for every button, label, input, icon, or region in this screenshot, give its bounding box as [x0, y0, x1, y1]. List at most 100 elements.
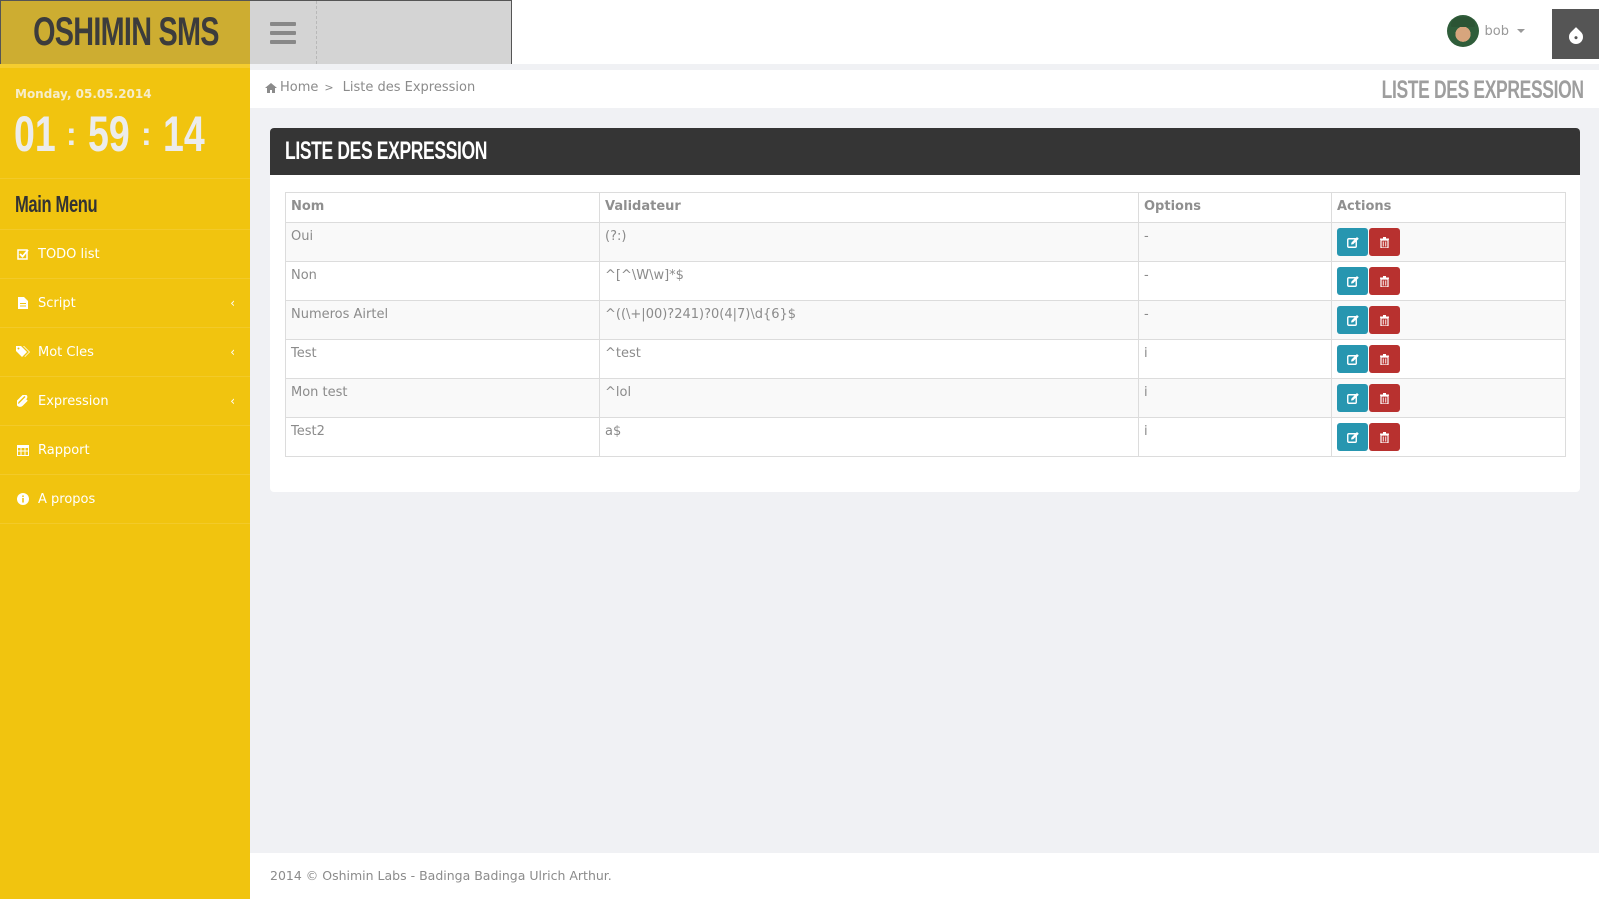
cell-options: -: [1138, 261, 1332, 301]
table-body: Oui (?:) - Non ^[^\W\w]*$ - Numeros Airtel ^((\…: [285, 222, 1566, 457]
edit-icon: [1346, 392, 1359, 404]
sidebar-item-label: Mot Cles: [38, 344, 94, 360]
cell-validateur: ^((\+|00)?241)?0(4|7)\d{6}$: [599, 300, 1139, 340]
panel-title: LISTE DES EXPRESSION: [285, 137, 488, 165]
delete-button[interactable]: [1369, 228, 1400, 256]
delete-button[interactable]: [1369, 384, 1400, 412]
breadcrumb-current: Liste des Expression: [342, 80, 476, 95]
brand-title: OSHIMIN SMS: [32, 10, 219, 54]
sidebar-item-label: A propos: [38, 491, 96, 507]
clock-hours: 01: [14, 106, 56, 162]
clock-separator: :: [66, 115, 77, 152]
main-menu: TODO list Script ‹ Mot Cles ‹ Expression…: [0, 229, 250, 524]
sidebar-item-todo-list[interactable]: TODO list: [0, 230, 250, 279]
breadcrumb: Home > Liste des Expression: [265, 80, 475, 95]
sidebar-item-label: Expression: [38, 393, 109, 409]
delete-button[interactable]: [1369, 267, 1400, 295]
edit-icon: [1346, 353, 1359, 365]
trash-icon: [1380, 431, 1389, 443]
paperclip-icon: [16, 394, 30, 408]
clock: 01 : 59 : 14: [0, 101, 250, 162]
info-circle-icon: [16, 492, 30, 506]
table-icon: [16, 443, 30, 457]
sidebar-item-script[interactable]: Script ‹: [0, 279, 250, 328]
expression-table: Nom Validateur Options Actions Oui (?:) - N…: [285, 192, 1566, 457]
cell-nom: Mon test: [285, 378, 600, 418]
sidebar-item-label: Script: [38, 295, 76, 311]
tags-icon: [16, 345, 30, 359]
panel-header: LISTE DES EXPRESSION: [270, 128, 1580, 175]
cell-options: i: [1138, 339, 1332, 379]
check-square-icon: [16, 247, 30, 261]
delete-button[interactable]: [1369, 423, 1400, 451]
sidebar-item-expression[interactable]: Expression ‹: [0, 377, 250, 426]
table-row: Test2 a$ i: [285, 417, 1566, 457]
cell-options: -: [1138, 222, 1332, 262]
cell-options: i: [1138, 417, 1332, 457]
brand-logo[interactable]: OSHIMIN SMS: [0, 0, 250, 64]
caret-down-icon: [1517, 29, 1525, 33]
edit-button[interactable]: [1337, 345, 1368, 373]
menu-title-text: Main Menu: [15, 191, 98, 217]
table-row: Oui (?:) -: [285, 222, 1566, 262]
hamburger-icon: [270, 17, 296, 49]
edit-button[interactable]: [1337, 267, 1368, 295]
cell-validateur: (?:): [599, 222, 1139, 262]
column-header-nom[interactable]: Nom: [285, 192, 600, 223]
cell-nom: Test: [285, 339, 600, 379]
page-title: LISTE DES EXPRESSION: [1381, 76, 1584, 104]
table-header-row: Nom Validateur Options Actions: [285, 192, 1566, 223]
chevron-left-icon: ‹: [230, 296, 235, 310]
cell-validateur: ^test: [599, 339, 1139, 379]
sidebar: Monday, 05.05.2014 01 : 59 : 14 Main Men…: [0, 64, 250, 899]
clock-seconds: 14: [163, 106, 205, 162]
breadcrumb-home-label: Home: [280, 80, 319, 95]
column-header-actions: Actions: [1331, 192, 1566, 223]
cell-nom: Test2: [285, 417, 600, 457]
sidebar-item-mot-cles[interactable]: Mot Cles ‹: [0, 328, 250, 377]
edit-button[interactable]: [1337, 228, 1368, 256]
cell-validateur: ^lol: [599, 378, 1139, 418]
cell-actions: [1331, 339, 1566, 379]
breadcrumb-separator: >: [324, 81, 334, 94]
cell-actions: [1331, 417, 1566, 457]
cell-nom: Numeros Airtel: [285, 300, 600, 340]
top-navbar: OSHIMIN SMS bob: [0, 0, 1599, 64]
trash-icon: [1380, 392, 1389, 404]
column-header-validateur[interactable]: Validateur: [599, 192, 1139, 223]
footer: 2014 © Oshimin Labs - Badinga Badinga Ul…: [250, 853, 1599, 899]
avatar: [1446, 15, 1479, 47]
delete-button[interactable]: [1369, 345, 1400, 373]
cell-actions: [1331, 222, 1566, 262]
trash-icon: [1380, 314, 1389, 326]
edit-icon: [1346, 236, 1359, 248]
cell-nom: Non: [285, 261, 600, 301]
table-row: Mon test ^lol i: [285, 378, 1566, 418]
trash-icon: [1380, 236, 1389, 248]
edit-button[interactable]: [1337, 384, 1368, 412]
breadcrumb-home-link[interactable]: Home: [265, 80, 318, 95]
theme-toggle-button[interactable]: [1552, 9, 1599, 59]
user-menu-dropdown[interactable]: bob: [1446, 14, 1525, 48]
user-name: bob: [1484, 23, 1509, 39]
trash-icon: [1380, 275, 1389, 287]
breadcrumb-bar: Home > Liste des Expression LISTE DES EX…: [250, 70, 1599, 108]
table-row: Test ^test i: [285, 339, 1566, 379]
clock-separator: :: [141, 115, 152, 152]
cell-actions: [1331, 261, 1566, 301]
current-date: Monday, 05.05.2014: [15, 87, 152, 101]
edit-button[interactable]: [1337, 423, 1368, 451]
sidebar-toggle-button[interactable]: [250, 1, 317, 64]
column-header-options[interactable]: Options: [1138, 192, 1332, 223]
delete-button[interactable]: [1369, 306, 1400, 334]
edit-button[interactable]: [1337, 306, 1368, 334]
sidebar-item-a-propos[interactable]: A propos: [0, 475, 250, 524]
edit-icon: [1346, 275, 1359, 287]
clock-minutes: 59: [88, 106, 130, 162]
sidebar-item-rapport[interactable]: Rapport: [0, 426, 250, 475]
edit-icon: [1346, 431, 1359, 443]
trash-icon: [1380, 353, 1389, 365]
cell-nom: Oui: [285, 222, 600, 262]
cell-actions: [1331, 300, 1566, 340]
file-text-icon: [16, 296, 30, 310]
